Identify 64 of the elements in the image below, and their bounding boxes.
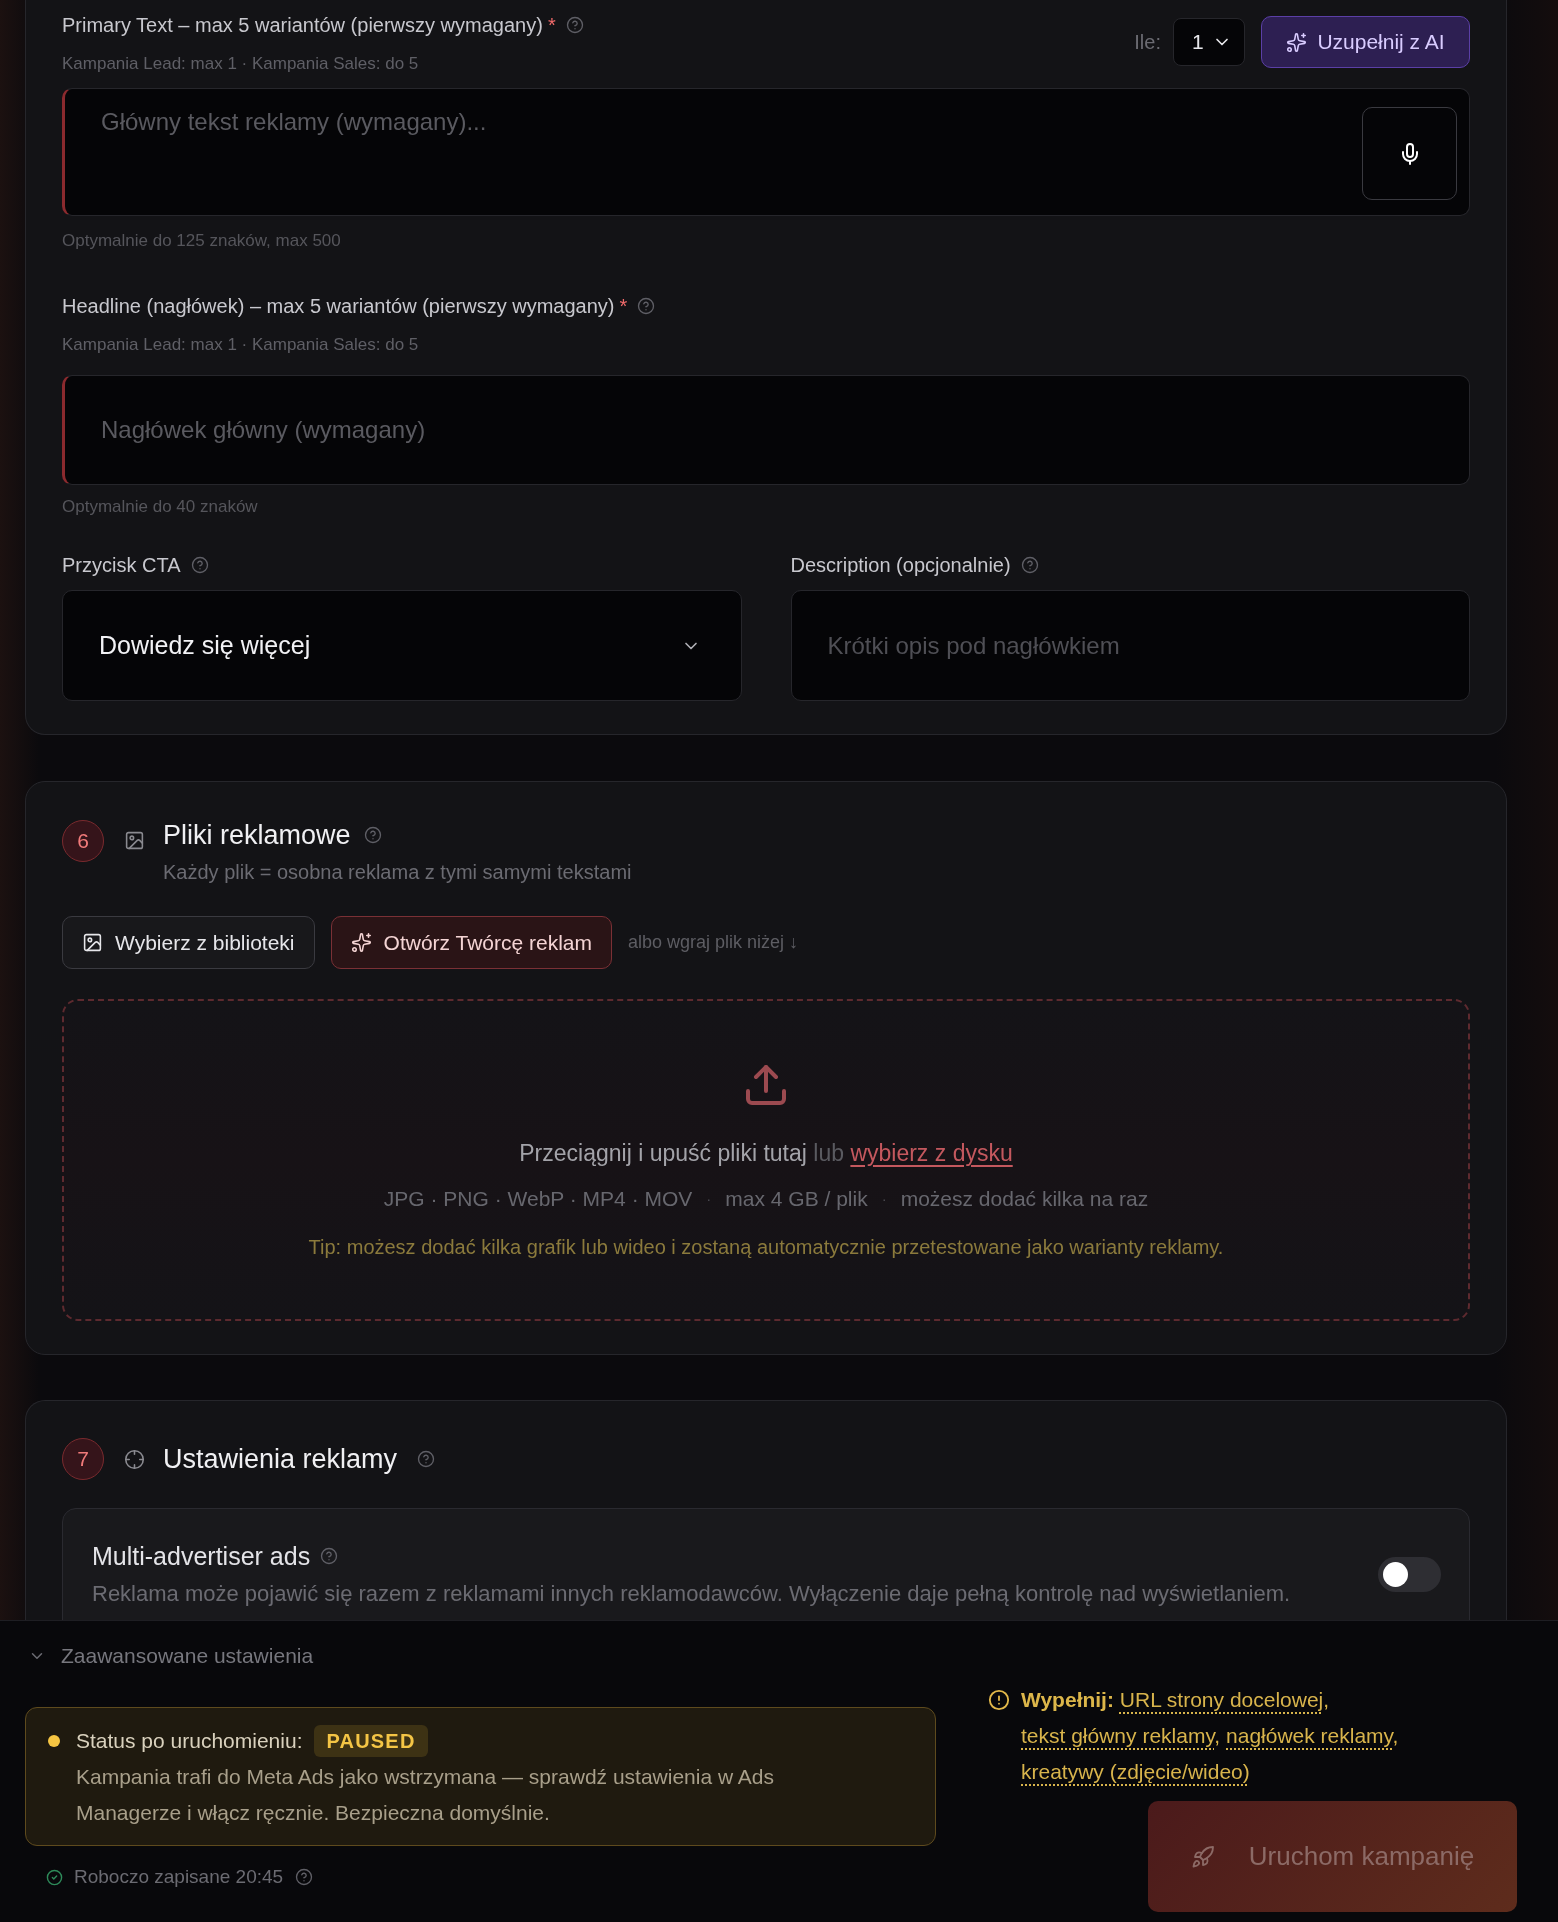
image-icon — [124, 830, 145, 851]
required-asterisk: * — [619, 294, 628, 318]
crosshair-icon — [124, 1448, 145, 1470]
field-label: Description (opcjonalnie) — [790, 553, 1011, 577]
status-badge: PAUSED — [314, 1725, 428, 1757]
required-asterisk: * — [547, 13, 556, 37]
detail-separator: · — [706, 1189, 712, 1209]
setting-title: Multi-advertiser ads — [92, 1542, 311, 1570]
upload-dropzone[interactable] — [62, 999, 1470, 1321]
section-title: Pliki reklamowe — [163, 820, 351, 850]
status-description: Kampania trafi do Meta Ads jako wstrzymana — sprawdź ustawienia w Ads Managerze i włącz ręcznie. Bezpieczna domyślnie. — [75, 1764, 775, 1826]
section-title: Ustawienia reklamy — [163, 1444, 398, 1474]
primary-text-field[interactable]: Główny tekst reklamy (wymagany)... — [62, 88, 1470, 216]
ai-fill-button[interactable]: Uzupełnij z AI — [1261, 16, 1470, 68]
upload-tip: Tip: możesz dodać kilka grafik lub wideo i zostaną automatycznie przetestowane jako warianty reklamy. — [308, 1235, 1224, 1259]
check-circle-icon — [46, 1868, 63, 1886]
missing-fields-notice: Wypełnij: URL strony docelowej, tekst główny reklamy, nagłówek reklamy, kreatywy (zdjęcie/wideo) — [1021, 1687, 1400, 1785]
choose-from-library-button[interactable]: Wybierz z biblioteki — [62, 916, 315, 969]
choose-from-disk-link[interactable]: wybierz z dysku — [850, 1140, 1013, 1166]
field-note: Optymalnie do 40 znaków — [62, 496, 259, 518]
section-number-badge: 7 — [62, 1438, 104, 1480]
upload-detail: max 4 GB / plik — [725, 1186, 868, 1212]
microphone-button[interactable] — [1362, 107, 1457, 200]
description-field[interactable]: Krótki opis pod nagłówkiem — [790, 590, 1470, 701]
help-icon[interactable] — [417, 1450, 436, 1468]
field-label: Przycisk CTA — [62, 553, 181, 577]
headline-field[interactable]: Nagłówek główny (wymagany) — [62, 375, 1470, 485]
sparkles-icon — [1286, 31, 1308, 53]
help-icon[interactable] — [320, 1547, 339, 1565]
upload-detail: JPG · PNG · WebP · MP4 · MOV — [383, 1186, 693, 1212]
toggle-switch[interactable] — [1378, 1557, 1441, 1592]
image-icon — [82, 932, 103, 953]
missing-field-link[interactable]: nagłówek reklamy — [1226, 1724, 1393, 1747]
upload-note: albo wgraj plik niżej ↓ — [628, 931, 799, 954]
advanced-settings-toggle[interactable]: Zaawansowane ustawienia — [25, 1643, 314, 1669]
count-label: Ile: — [1134, 30, 1161, 55]
field-label: Primary Text – max 5 wariantów (pierwszy wymagany) — [62, 13, 543, 37]
missing-field-link[interactable]: URL strony docelowej — [1119, 1688, 1324, 1711]
help-icon[interactable] — [1020, 556, 1039, 574]
cta-select[interactable]: Dowiedz się więcej — [62, 590, 742, 701]
alert-circle-icon — [988, 1689, 1010, 1711]
missing-field-link[interactable]: kreatywy (zdjęcie/wideo) — [1021, 1760, 1250, 1783]
section-number-badge: 6 — [62, 820, 104, 862]
setting-description: Reklama może pojawić się razem z reklamami innych reklamodawców. Wyłączenie daje pełną kontrolę nad wyświetlaniem. — [92, 1581, 1291, 1607]
field-hint: Kampania Lead: max 1 · Kampania Sales: do 5 — [62, 334, 420, 356]
field-note: Optymalnie do 125 znaków, max 500 — [62, 230, 342, 252]
help-icon[interactable] — [363, 826, 382, 844]
sparkles-icon — [350, 932, 372, 953]
help-icon[interactable] — [565, 16, 584, 34]
count-select[interactable]: 1 — [1173, 18, 1245, 66]
detail-separator: · — [881, 1189, 887, 1209]
open-ad-creator-button[interactable]: Otwórz Twórcę reklam — [330, 916, 613, 969]
rocket-icon — [1190, 1844, 1215, 1869]
field-hint: Kampania Lead: max 1 · Kampania Sales: do 5 — [62, 53, 420, 75]
missing-field-link[interactable]: tekst główny reklamy — [1021, 1724, 1215, 1747]
upload-detail: możesz dodać kilka na raz — [900, 1186, 1149, 1212]
draft-saved-text: Roboczo zapisane 20:45 — [74, 1865, 284, 1889]
field-label: Headline (nagłówek) – max 5 wariantów (pierwszy wymagany) — [62, 294, 615, 318]
help-icon[interactable] — [295, 1868, 314, 1887]
status-label: Status po uruchomieniu: — [76, 1728, 303, 1755]
dropzone-instruction: Przeciągnij i upuść pliki tutaj lub wybierz z dysku — [519, 1139, 1013, 1167]
help-icon[interactable] — [637, 297, 656, 315]
help-icon[interactable] — [190, 556, 209, 574]
section-subtitle: Każdy plik = osobna reklama z tymi samymi tekstami — [163, 860, 632, 884]
